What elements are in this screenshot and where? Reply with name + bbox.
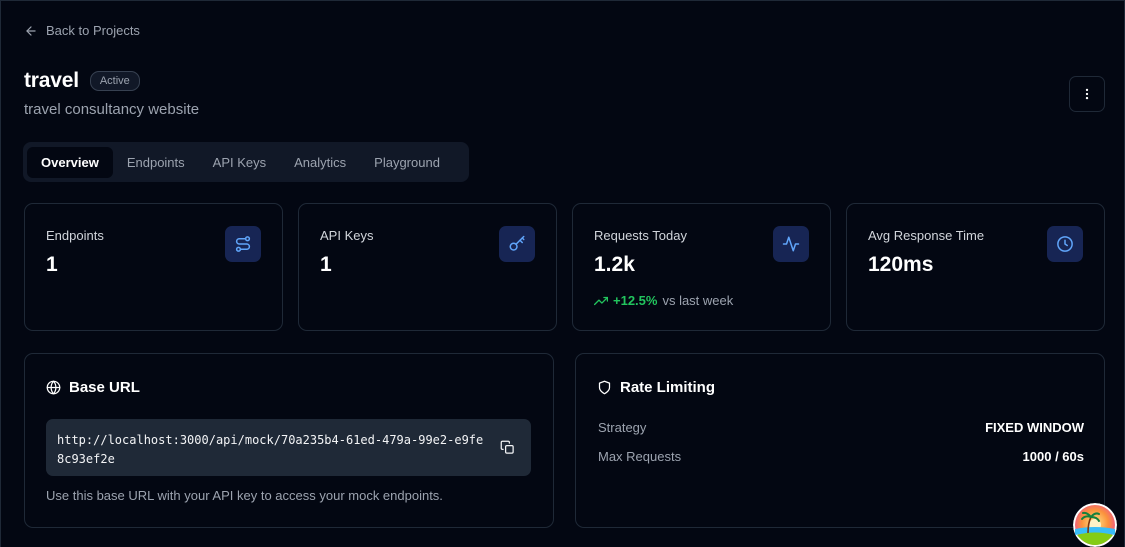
base-url-help-text: Use this base URL with your API key to a… bbox=[46, 488, 443, 503]
back-to-projects-link[interactable]: Back to Projects bbox=[24, 23, 140, 38]
stat-card-api-keys: API Keys 1 bbox=[298, 203, 557, 331]
back-label: Back to Projects bbox=[46, 23, 140, 38]
copy-url-button[interactable] bbox=[496, 436, 518, 458]
tab-playground[interactable]: Playground bbox=[360, 147, 454, 178]
arrow-left-icon bbox=[26, 25, 36, 36]
more-options-button[interactable] bbox=[1069, 76, 1105, 112]
tab-api-keys[interactable]: API Keys bbox=[199, 147, 280, 178]
stat-label: API Keys bbox=[320, 228, 374, 243]
base-url-panel: Base URL http://localhost:3000/api/mock/… bbox=[24, 353, 554, 528]
trend-text: vs last week bbox=[662, 293, 734, 308]
route-icon bbox=[235, 236, 251, 252]
clock-icon bbox=[1057, 236, 1073, 252]
activity-icon bbox=[782, 236, 800, 252]
panel-header: Base URL bbox=[46, 379, 140, 396]
stat-value: 1 bbox=[46, 253, 58, 276]
stat-label: Endpoints bbox=[46, 228, 104, 243]
stat-icon-box bbox=[773, 226, 809, 262]
panel-title: Rate Limiting bbox=[620, 379, 716, 396]
panel-title: Base URL bbox=[69, 379, 140, 396]
rate-limit-row-strategy: Strategy FIXED WINDOW bbox=[598, 420, 1084, 435]
project-tabs: Overview Endpoints API Keys Analytics Pl… bbox=[23, 142, 469, 182]
project-title: travel bbox=[24, 69, 79, 92]
project-header: travel Active bbox=[24, 69, 140, 93]
rate-limit-value: 1000 / 60s bbox=[1022, 449, 1084, 464]
rate-limit-label: Max Requests bbox=[598, 449, 682, 464]
base-url-box: http://localhost:3000/api/mock/70a235b4-… bbox=[46, 419, 531, 476]
stat-card-endpoints: Endpoints 1 bbox=[24, 203, 283, 331]
base-url-value[interactable]: http://localhost:3000/api/mock/70a235b4-… bbox=[57, 431, 487, 469]
more-vertical-icon bbox=[1085, 88, 1089, 100]
stat-value: 1 bbox=[320, 253, 332, 276]
stat-icon-box bbox=[1047, 226, 1083, 262]
trend-percent: +12.5% bbox=[613, 293, 658, 308]
rate-limiting-panel: Rate Limiting Strategy FIXED WINDOW Max … bbox=[575, 353, 1105, 528]
key-icon bbox=[509, 235, 525, 251]
trending-up-icon bbox=[594, 296, 608, 305]
status-badge: Active bbox=[89, 71, 140, 91]
stat-value: 120ms bbox=[868, 253, 934, 276]
stat-label: Requests Today bbox=[594, 228, 687, 243]
panel-header: Rate Limiting bbox=[597, 379, 715, 396]
rate-limit-row-max-requests: Max Requests 1000 / 60s bbox=[598, 449, 1084, 464]
stat-label: Avg Response Time bbox=[868, 228, 985, 243]
project-description: travel consultancy website bbox=[24, 101, 200, 118]
avatar[interactable] bbox=[1073, 503, 1117, 547]
trend-indicator: +12.5% vs last week bbox=[594, 293, 733, 308]
globe-icon bbox=[46, 380, 61, 395]
tab-overview[interactable]: Overview bbox=[27, 146, 113, 178]
shield-icon bbox=[598, 380, 611, 395]
tab-endpoints[interactable]: Endpoints bbox=[113, 147, 199, 178]
beach-avatar-icon bbox=[1073, 503, 1117, 547]
rate-limit-value: FIXED WINDOW bbox=[985, 420, 1084, 435]
stat-value: 1.2k bbox=[594, 253, 635, 276]
stat-card-requests-today: Requests Today 1.2k +12.5% vs last week bbox=[572, 203, 831, 331]
stat-card-avg-response-time: Avg Response Time 120ms bbox=[846, 203, 1105, 331]
stat-icon-box bbox=[499, 226, 535, 262]
rate-limit-label: Strategy bbox=[598, 420, 647, 435]
tab-analytics[interactable]: Analytics bbox=[280, 147, 360, 178]
copy-icon bbox=[500, 440, 514, 454]
stat-icon-box bbox=[225, 226, 261, 262]
